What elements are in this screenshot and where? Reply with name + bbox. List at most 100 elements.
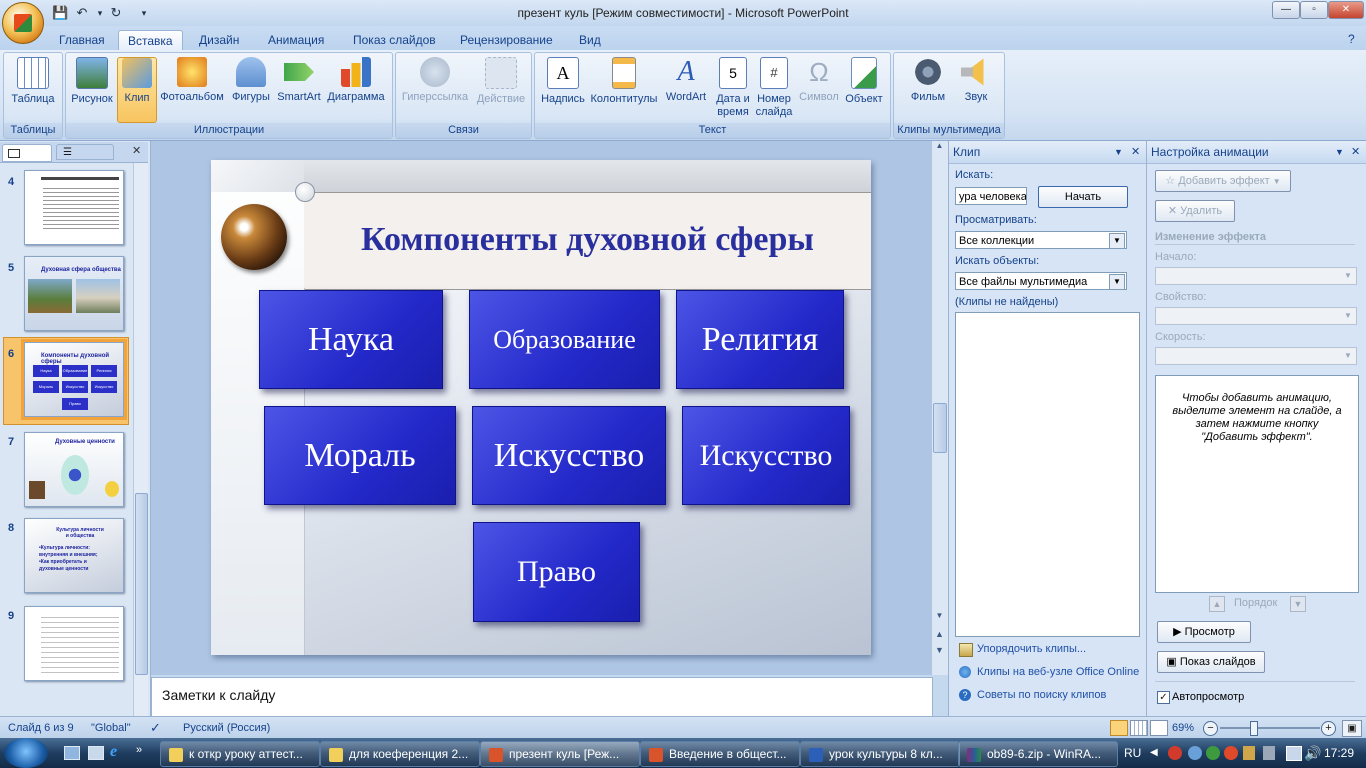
speed-dropdown-icon[interactable]: ▼ xyxy=(1341,349,1355,363)
normal-view-icon[interactable] xyxy=(1110,720,1128,736)
property-select[interactable]: ▼ xyxy=(1155,307,1357,325)
notes-pane[interactable]: Заметки к слайду xyxy=(151,677,933,718)
headerfooter-button[interactable]: Колонтитулы xyxy=(589,57,659,106)
save-icon[interactable]: 💾 xyxy=(52,5,68,21)
anim-pane-close-icon[interactable]: ✕ xyxy=(1351,141,1360,163)
tray-update-icon[interactable] xyxy=(1206,746,1220,760)
slide-sorter-icon[interactable] xyxy=(1130,720,1148,736)
remove-effect-button[interactable]: ✕ Удалить xyxy=(1155,200,1235,222)
chart-button[interactable]: Диаграмма xyxy=(324,57,388,104)
slideshow-button[interactable]: ▣ Показ слайдов xyxy=(1157,651,1265,673)
customize-qat-icon[interactable]: ▾ xyxy=(136,5,152,21)
datetime-button[interactable]: 5 Дата и время xyxy=(713,57,753,119)
clip-button[interactable]: Клип xyxy=(117,57,157,123)
collections-select[interactable]: Все коллекции ▼ xyxy=(955,231,1127,249)
tab-home[interactable]: Главная xyxy=(50,30,114,50)
spellcheck-icon[interactable]: ✓ xyxy=(150,717,161,739)
taskbar-item-winrar[interactable]: ob89-6.zip - WinRA... xyxy=(958,741,1118,767)
clip-results-list[interactable] xyxy=(955,312,1140,637)
switch-windows-icon[interactable] xyxy=(88,746,104,760)
zoom-level[interactable]: 69% xyxy=(1172,717,1194,739)
move-up-icon[interactable]: ▲ xyxy=(1209,596,1225,612)
undo-dropdown-icon[interactable]: ▾ xyxy=(92,5,108,21)
undo-icon[interactable]: ↶ xyxy=(74,5,90,21)
clip-pane-menu-icon[interactable]: ▼ xyxy=(1114,141,1123,163)
smartart-button[interactable]: SmartArt xyxy=(274,57,324,104)
internet-explorer-icon[interactable]: e xyxy=(110,743,117,761)
speed-select[interactable]: ▼ xyxy=(1155,347,1357,365)
taskbar-item-folder-2[interactable]: для коеференция 2... xyxy=(320,741,480,767)
redo-icon[interactable]: ↻ xyxy=(108,5,124,21)
tray-expand-icon[interactable]: ◀ xyxy=(1150,738,1158,768)
slideshow-view-icon[interactable] xyxy=(1150,720,1168,736)
next-slide-icon[interactable]: ▼ xyxy=(932,645,947,659)
input-language-indicator[interactable]: RU xyxy=(1124,738,1141,768)
clip-search-input[interactable]: ура человека xyxy=(955,187,1027,205)
thumbnail-slide-4[interactable] xyxy=(24,170,124,245)
close-button[interactable]: ✕ xyxy=(1328,1,1364,19)
component-box-religion[interactable]: Религия xyxy=(676,290,844,389)
thumbnail-slide-6[interactable]: Компоненты духовной сферы Наука Образова… xyxy=(21,339,127,420)
add-effect-button[interactable]: ☆ Добавить эффект ▼ xyxy=(1155,170,1291,192)
thumbnail-slide-7[interactable]: Духовные ценности xyxy=(24,432,124,507)
show-desktop-icon[interactable] xyxy=(64,746,80,760)
tab-slides[interactable] xyxy=(2,144,52,162)
tray-antivirus-icon[interactable] xyxy=(1168,746,1182,760)
tab-review[interactable]: Рецензирование xyxy=(451,30,562,50)
slide-scrollbar[interactable]: ▲ ▼ ▲ ▼ xyxy=(931,141,948,675)
tray-security-icon[interactable] xyxy=(1243,746,1255,760)
search-tips-link[interactable]: Советы по поиску клипов xyxy=(977,689,1106,701)
language-indicator[interactable]: Русский (Россия) xyxy=(183,717,270,739)
component-box-art[interactable]: Искусство xyxy=(472,406,666,505)
symbol-button[interactable]: Ω Символ xyxy=(797,57,841,104)
autopreview-checkbox[interactable]: ✓ xyxy=(1157,691,1170,704)
component-box-art-2[interactable]: Искусство xyxy=(682,406,850,505)
scroll-down-icon[interactable]: ▼ xyxy=(932,611,947,625)
thumbnail-slide-5[interactable]: Духовная сфера общества xyxy=(24,256,124,331)
tab-insert[interactable]: Вставка xyxy=(118,30,183,51)
move-down-icon[interactable]: ▼ xyxy=(1290,596,1306,612)
start-button[interactable] xyxy=(4,738,48,768)
network-icon[interactable] xyxy=(1286,746,1302,761)
taskbar-item-word[interactable]: урок культуры 8 кл... xyxy=(800,741,960,767)
thumbnail-slide-9[interactable] xyxy=(24,606,124,681)
zoom-out-icon[interactable]: − xyxy=(1203,721,1218,736)
component-box-law[interactable]: Право xyxy=(473,522,640,622)
component-box-education[interactable]: Образование xyxy=(469,290,660,389)
property-dropdown-icon[interactable]: ▼ xyxy=(1341,309,1355,323)
album-button[interactable]: Фотоальбом xyxy=(158,57,226,104)
tray-opera-icon[interactable] xyxy=(1224,746,1238,760)
tab-design[interactable]: Дизайн xyxy=(190,30,248,50)
scroll-up-icon[interactable]: ▲ xyxy=(932,141,947,155)
start-select[interactable]: ▼ xyxy=(1155,267,1357,285)
slide-title[interactable]: Компоненты духовной сферы xyxy=(304,192,871,288)
office-online-link[interactable]: Клипы на веб-узле Office Online xyxy=(977,666,1139,678)
maximize-button[interactable]: ▫ xyxy=(1300,1,1328,19)
tray-usb-icon[interactable] xyxy=(1263,746,1275,760)
anim-pane-menu-icon[interactable]: ▼ xyxy=(1335,141,1344,163)
tray-app-icon[interactable] xyxy=(1188,746,1202,760)
volume-icon[interactable]: 🔊 xyxy=(1304,738,1321,768)
minimize-button[interactable]: — xyxy=(1272,1,1300,19)
quicklaunch-more-icon[interactable]: » xyxy=(136,744,142,756)
movie-button[interactable]: Фильм xyxy=(904,57,952,104)
picture-button[interactable]: Рисунок xyxy=(68,57,116,106)
help-icon[interactable]: ? xyxy=(1348,32,1355,46)
taskbar-item-folder-1[interactable]: к откр уроку аттест... xyxy=(160,741,320,767)
zoom-slider-thumb[interactable] xyxy=(1250,721,1258,736)
thumbnail-slide-8[interactable]: Культура личности и общества •Культура л… xyxy=(24,518,124,593)
theme-name[interactable]: "Global" xyxy=(91,717,131,739)
preview-button[interactable]: ▶ Просмотр xyxy=(1157,621,1251,643)
media-types-select[interactable]: Все файлы мультимедиа ▼ xyxy=(955,272,1127,290)
taskbar-item-powerpoint-active[interactable]: презент куль [Реж... xyxy=(480,741,640,767)
close-panel-icon[interactable]: ✕ xyxy=(132,144,141,157)
start-dropdown-icon[interactable]: ▼ xyxy=(1341,269,1355,283)
slides-panel-scrollbar[interactable] xyxy=(133,163,148,716)
tab-view[interactable]: Вид xyxy=(570,30,610,50)
tab-animation[interactable]: Анимация xyxy=(259,30,333,50)
component-box-science[interactable]: Наука xyxy=(259,290,443,389)
action-button[interactable]: Действие xyxy=(474,57,528,106)
table-button[interactable]: Таблица xyxy=(8,57,58,106)
media-types-dropdown-icon[interactable]: ▼ xyxy=(1109,274,1125,290)
shapes-button[interactable]: Фигуры xyxy=(228,57,274,104)
